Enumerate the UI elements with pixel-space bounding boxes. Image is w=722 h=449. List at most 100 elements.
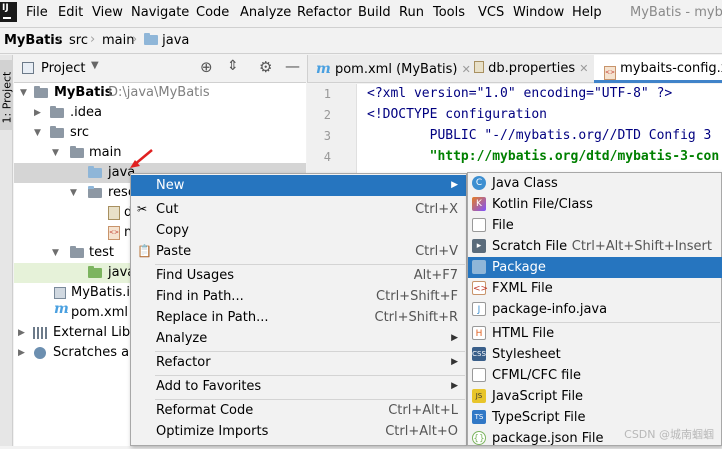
properties-file-icon <box>108 206 120 220</box>
fxml-icon: <> <box>472 281 488 295</box>
expand-arrow-icon[interactable]: ▼ <box>34 123 41 143</box>
context-menu: New ▶ ✂ Cut Ctrl+X Copy 📋 Paste Ctrl+V F… <box>130 173 467 446</box>
tab-pom[interactable]: m pom.xml (MyBatis) ✕ <box>308 55 471 83</box>
code-line-4: "http://mybatis.org/dtd/mybatis-3-con <box>367 149 720 164</box>
menu-tools[interactable]: Tools <box>433 5 465 20</box>
dropdown-arrow-icon[interactable]: ▼ <box>91 60 99 71</box>
tree-root-path: D:\java\MyBatis <box>108 85 210 100</box>
menu-analyze-label: Analyze <box>156 331 208 346</box>
menu-item-copy[interactable]: Copy <box>131 220 466 241</box>
breadcrumb-project[interactable]: MyBatis <box>4 33 63 48</box>
source-folder-icon <box>88 166 102 178</box>
expand-arrow-icon[interactable]: ▼ <box>52 243 59 263</box>
menu-item-add-favorites[interactable]: Add to Favorites ▶ <box>131 376 466 397</box>
menu-edit[interactable]: Edit <box>58 5 83 20</box>
close-icon[interactable]: ✕ <box>579 62 588 75</box>
menu-run[interactable]: Run <box>399 5 424 20</box>
menu-build[interactable]: Build <box>358 5 391 20</box>
code-line-2: <!DOCTYPE configuration <box>367 107 548 122</box>
submenu-item-java-class[interactable]: C Java Class <box>468 173 722 194</box>
menu-code[interactable]: Code <box>196 5 229 20</box>
menu-item-optimize[interactable]: Optimize Imports Ctrl+Alt+O <box>131 421 466 442</box>
tree-item-main[interactable]: ▼ main <box>14 143 306 163</box>
project-tool-tab[interactable]: 1: Project <box>0 60 14 130</box>
collapsed-arrow-icon[interactable]: ▶ <box>18 323 25 343</box>
submenu-item-typescript[interactable]: TS TypeScript File <box>468 407 722 428</box>
expand-arrow-icon[interactable]: ▼ <box>20 83 27 103</box>
html-file-icon: H <box>472 326 486 340</box>
tree-idea-label: .idea <box>70 105 102 120</box>
submenu-arrow-icon: ▶ <box>451 180 458 190</box>
menu-item-replace-in-path[interactable]: Replace in Path... Ctrl+Shift+R <box>131 307 466 328</box>
menu-item-new[interactable]: New ▶ <box>131 175 466 196</box>
project-panel-title[interactable]: Project <box>41 61 85 76</box>
maven-icon: m <box>316 61 331 77</box>
line-number: 2 <box>323 108 331 122</box>
locate-icon[interactable]: ⊕ <box>200 58 213 76</box>
gear-icon[interactable]: ⚙ <box>259 58 272 76</box>
tab-mybatis-config[interactable]: <> mybaits-config.xml <box>594 55 722 83</box>
menu-file[interactable]: File <box>26 5 48 20</box>
menu-refactor[interactable]: Refactor <box>297 5 352 20</box>
submenu-item-kotlin[interactable]: K Kotlin File/Class <box>468 194 722 215</box>
tree-item-idea[interactable]: ▶ .idea <box>14 103 306 123</box>
submenu-item-fxml[interactable]: <> FXML File <box>468 278 722 299</box>
expand-arrow-icon[interactable]: ▼ <box>70 183 77 203</box>
collapsed-arrow-icon[interactable]: ▶ <box>34 103 41 123</box>
minimize-icon[interactable]: — <box>285 57 300 75</box>
submenu-item-package-info[interactable]: J package-info.java <box>468 299 722 320</box>
expand-arrow-icon[interactable]: ▼ <box>52 143 59 163</box>
submenu-item-javascript[interactable]: JS JavaScript File <box>468 386 722 407</box>
menu-view[interactable]: View <box>92 5 123 20</box>
menu-navigate[interactable]: Navigate <box>131 5 189 20</box>
breadcrumb-src[interactable]: src <box>69 33 88 48</box>
menu-new-label: New <box>156 178 185 193</box>
maven-icon: m <box>54 301 69 317</box>
menu-find-usages-shortcut: Alt+F7 <box>413 268 458 283</box>
tree-item-src[interactable]: ▼ src <box>14 123 306 143</box>
submenu-scratch-shortcut: Ctrl+Alt+Shift+Insert <box>571 239 712 254</box>
submenu-item-stylesheet[interactable]: CSS Stylesheet <box>468 344 722 365</box>
menu-item-refactor[interactable]: Refactor ▶ <box>131 352 466 373</box>
menu-item-cut[interactable]: ✂ Cut Ctrl+X <box>131 199 466 220</box>
breadcrumb-main[interactable]: main <box>102 33 134 48</box>
collapsed-arrow-icon[interactable]: ▶ <box>18 343 25 363</box>
menu-replace-in-path-shortcut: Ctrl+Shift+R <box>374 310 459 325</box>
menu-analyze[interactable]: Analyze <box>240 5 291 20</box>
menu-help[interactable]: Help <box>572 5 602 20</box>
menu-item-find-in-path[interactable]: Find in Path... Ctrl+Shift+F <box>131 286 466 307</box>
submenu-item-scratch[interactable]: ▸ Scratch File Ctrl+Alt+Shift+Insert <box>468 236 722 257</box>
breadcrumb-java-item[interactable]: java <box>144 33 189 48</box>
intellij-logo-icon: IJ <box>0 2 17 22</box>
menu-find-in-path-shortcut: Ctrl+Shift+F <box>376 289 458 304</box>
menu-add-favorites-label: Add to Favorites <box>156 379 262 394</box>
submenu-fxml-label: FXML File <box>492 281 553 296</box>
submenu-item-html[interactable]: H HTML File <box>468 323 722 344</box>
menu-item-analyze[interactable]: Analyze ▶ <box>131 328 466 349</box>
submenu-item-package[interactable]: Package <box>468 257 722 278</box>
menu-item-find-usages[interactable]: Find Usages Alt+F7 <box>131 265 466 286</box>
menu-find-usages-label: Find Usages <box>156 268 235 283</box>
collapse-all-icon[interactable]: ⇕ <box>227 58 239 74</box>
menu-item-paste[interactable]: 📋 Paste Ctrl+V <box>131 241 466 262</box>
css-file-icon: CSS <box>472 347 486 361</box>
submenu-package-info-label: package-info.java <box>492 302 608 317</box>
line-number: 3 <box>323 129 331 143</box>
folder-icon <box>50 126 64 138</box>
menu-vcs[interactable]: VCS <box>478 5 504 20</box>
menu-window[interactable]: Window <box>513 5 564 20</box>
tree-root-label: MyBatis <box>54 85 113 100</box>
tree-item-root[interactable]: ▼ MyBatis D:\java\MyBatis <box>14 83 306 103</box>
submenu-item-file[interactable]: File <box>468 215 722 236</box>
menu-optimize-label: Optimize Imports <box>156 424 269 439</box>
menu-find-in-path-label: Find in Path... <box>156 289 244 304</box>
submenu-arrow-icon: ▶ <box>451 357 458 367</box>
submenu-typescript-label: TypeScript File <box>492 410 586 425</box>
menu-item-reformat[interactable]: Reformat Code Ctrl+Alt+L <box>131 400 466 421</box>
tab-db-properties[interactable]: db.properties ✕ <box>464 55 589 83</box>
watermark: CSDN @城南蝈蝈 <box>624 428 714 441</box>
menu-optimize-shortcut: Ctrl+Alt+O <box>385 424 458 439</box>
submenu-item-cfml[interactable]: CFML/CFC file <box>468 365 722 386</box>
submenu-cfml-label: CFML/CFC file <box>492 368 581 383</box>
test-folder-icon <box>88 266 102 278</box>
